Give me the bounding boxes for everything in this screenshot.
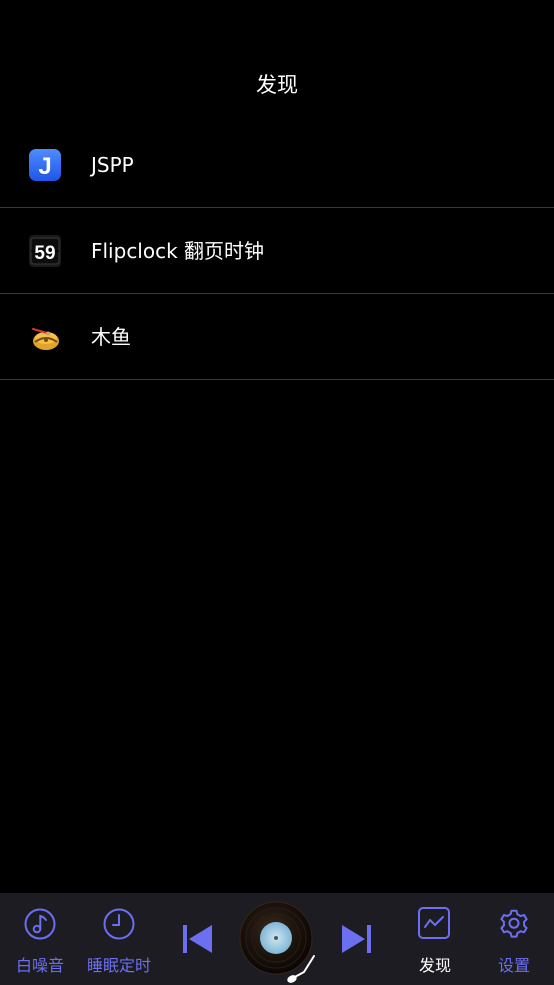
flipclock-app-icon: 59 [29, 235, 61, 267]
header: 发现 [0, 0, 554, 122]
tab-label: 睡眠定时 [86, 956, 151, 975]
skip-previous-icon[interactable] [182, 924, 213, 954]
vinyl-record-icon[interactable] [238, 900, 318, 985]
page-title: 发现 [256, 73, 298, 97]
tab-discover[interactable]: 发现 [395, 893, 475, 985]
chart-icon [418, 907, 450, 939]
list-item-flipclock[interactable]: 59 Flipclock 翻页时钟 [0, 208, 554, 294]
bottom-tab-bar: 白噪音 睡眠定时 发现 设置 [0, 893, 554, 985]
tab-label: 发现 [418, 956, 451, 975]
svg-text:59: 59 [34, 243, 55, 264]
tab-settings[interactable]: 设置 [474, 893, 554, 985]
jspp-app-icon: J [29, 149, 61, 181]
music-note-icon [24, 908, 56, 940]
gear-icon [500, 909, 528, 938]
list-item-label: JSPP [91, 153, 134, 177]
clock-icon [103, 908, 135, 940]
list-item-wooden-fish[interactable]: 木鱼 [0, 294, 554, 380]
tab-label: 白噪音 [15, 956, 64, 975]
tab-label: 设置 [497, 956, 530, 975]
list-item-jspp[interactable]: J JSPP [0, 122, 554, 208]
tab-sleep-timer[interactable]: 睡眠定时 [78, 893, 160, 985]
tab-white-noise[interactable]: 白噪音 [0, 893, 80, 985]
wooden-fish-app-icon [32, 328, 59, 350]
discover-list: J JSPP 59 Flipclock 翻页时钟 木鱼 [0, 122, 554, 380]
svg-text:J: J [38, 153, 51, 180]
list-item-label: 木鱼 [91, 325, 131, 349]
skip-next-icon[interactable] [341, 924, 372, 954]
list-item-label: Flipclock 翻页时钟 [91, 239, 265, 263]
